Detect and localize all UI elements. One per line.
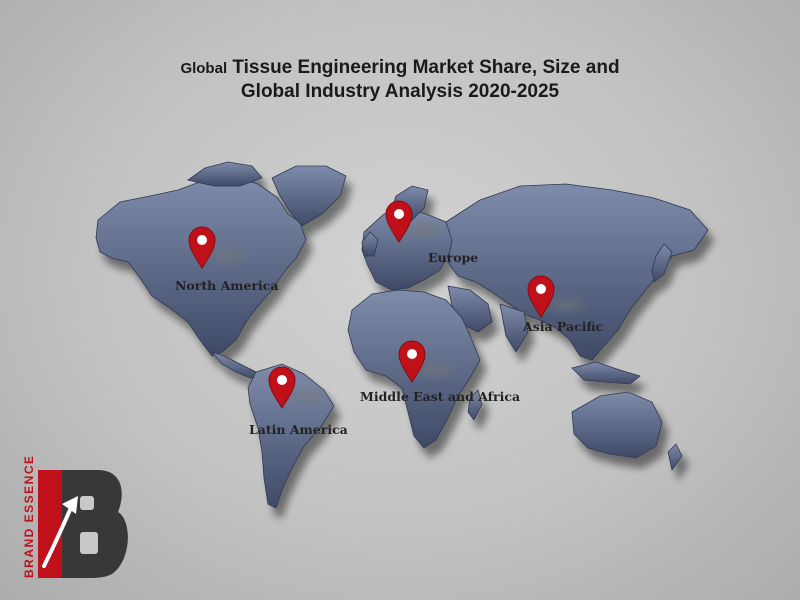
continent-se-asia-islands [571,361,641,385]
world-map: North America Europe Asia Pacific Middle… [22,161,709,578]
label-north-america: North America [175,278,279,293]
continent-new-zealand [667,443,683,471]
label-middle-east-africa: Middle East and Africa [360,389,520,404]
continent-australia [571,391,663,459]
label-europe: Europe [428,250,478,265]
logo-letter-b [62,470,128,578]
brand-logo: BRAND ESSENCE [22,454,128,578]
label-asia-pacific: Asia Pacific [522,319,604,334]
continent-arctic-islands [187,161,263,187]
label-latin-america: Latin America [249,422,348,437]
logo-wordmark: BRAND ESSENCE [22,454,36,578]
